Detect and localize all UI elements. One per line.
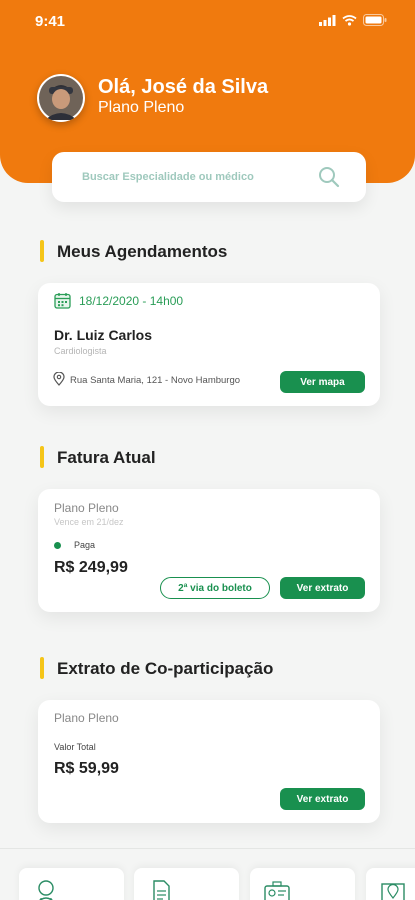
invoice-card[interactable]: Plano Pleno Vence em 21/dez Paga R$ 249,… (38, 489, 380, 612)
avatar[interactable] (37, 74, 85, 122)
status-bar: 9:41 (0, 0, 415, 44)
invoice-amount: R$ 249,99 (54, 559, 128, 576)
copay-title: Extrato de Co-participação (40, 657, 273, 679)
appointment-address: Rua Santa Maria, 121 - Novo Hamburgo (70, 375, 241, 386)
copay-statement-button[interactable]: Ver extrato (280, 788, 365, 810)
doctor-name: Dr. Luiz Carlos (54, 327, 153, 343)
bottom-nav (0, 848, 415, 900)
signal-icon (319, 14, 336, 26)
copay-card[interactable]: Plano Pleno Valor Total R$ 59,99 Ver ext… (38, 700, 380, 823)
wifi-icon (342, 14, 357, 26)
nav-item-map[interactable] (366, 868, 415, 900)
nav-item-doctors[interactable] (19, 868, 124, 900)
invoice-due-date: Vence em 21/dez (54, 517, 124, 527)
user-greeting: Olá, José da Silva (98, 76, 269, 98)
status-dot-icon (54, 542, 61, 549)
battery-icon (363, 14, 387, 26)
nav-item-card[interactable] (250, 868, 355, 900)
user-plan: Plano Pleno (98, 99, 185, 116)
status-time: 9:41 (35, 13, 66, 30)
appointment-card[interactable]: 18/12/2020 - 14h00 Dr. Luiz Carlos Cardi… (38, 283, 380, 406)
search-input[interactable]: Buscar Especialidade ou médico (52, 152, 366, 202)
search-placeholder: Buscar Especialidade ou médico (82, 171, 254, 183)
invoice-plan: Plano Pleno (54, 501, 119, 515)
user-photo-icon (39, 76, 83, 120)
document-icon (153, 880, 170, 900)
invoice-title: Fatura Atual (40, 446, 156, 468)
status-icons (319, 14, 387, 26)
calendar-icon (54, 293, 71, 309)
map-icon (381, 883, 405, 900)
appointments-title: Meus Agendamentos (40, 240, 227, 262)
nav-item-documents[interactable] (134, 868, 239, 900)
doctor-icon (38, 880, 54, 900)
view-map-button[interactable]: Ver mapa (280, 371, 365, 393)
copay-plan: Plano Pleno (54, 711, 119, 725)
invoice-statement-button[interactable]: Ver extrato (280, 577, 365, 599)
location-pin-icon (53, 372, 65, 386)
copay-amount: R$ 59,99 (54, 760, 119, 777)
appointment-date: 18/12/2020 - 14h00 (79, 294, 184, 308)
id-card-icon (264, 881, 290, 900)
search-icon[interactable] (317, 165, 341, 189)
invoice-status: Paga (74, 540, 96, 550)
boleto-copy-button[interactable]: 2ª via do boleto (160, 577, 270, 599)
copay-total-label: Valor Total (54, 742, 96, 752)
doctor-specialty: Cardiologista (54, 346, 107, 356)
